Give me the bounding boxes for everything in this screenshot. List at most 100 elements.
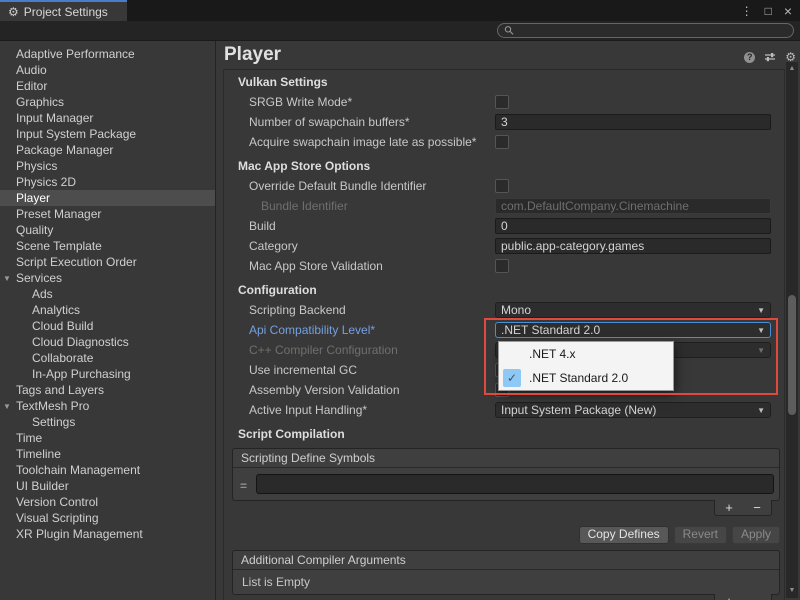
help-icon[interactable]: ? — [744, 52, 755, 63]
sidebar-item-cloud-diagnostics[interactable]: Cloud Diagnostics — [0, 334, 215, 350]
scroll-down-icon[interactable]: ▼ — [786, 586, 798, 596]
setting-label: Category — [224, 239, 298, 253]
close-icon[interactable]: × — [784, 4, 792, 18]
override-default-bundle-identifier-checkbox[interactable] — [495, 179, 509, 193]
api-compatibility-level-dropdown[interactable]: .NET Standard 2.0 ▼ — [495, 322, 771, 338]
project-settings-window: ⚙ Project Settings ⋮ □ × Adaptive Perfor… — [0, 0, 800, 600]
maximize-icon[interactable]: □ — [765, 5, 772, 17]
build-field[interactable]: 0 — [495, 218, 771, 234]
box-title: Additional Compiler Arguments — [233, 551, 779, 570]
sidebar-item-quality[interactable]: Quality — [0, 222, 215, 238]
sidebar-item-label: Preset Manager — [16, 207, 101, 221]
mac-app-store-validation-checkbox[interactable] — [495, 259, 509, 273]
sidebar-item-label: Input Manager — [16, 111, 93, 125]
foldout-arrow-icon[interactable]: ▼ — [3, 399, 11, 415]
sidebar-item-visual-scripting[interactable]: Visual Scripting — [0, 510, 215, 526]
remove-button[interactable]: − — [753, 501, 761, 514]
tab-project-settings[interactable]: ⚙ Project Settings — [0, 0, 127, 21]
search-icon — [504, 25, 514, 36]
acquire-swapchain-image-late-as-possible-checkbox[interactable] — [495, 135, 509, 149]
setting-label: Number of swapchain buffers* — [224, 115, 410, 129]
section-header-label: Script Compilation — [224, 427, 345, 441]
sidebar-item-label: Visual Scripting — [16, 511, 99, 525]
section-header-configuration: Configuration — [224, 282, 784, 298]
title-bar: ⚙ Project Settings ⋮ □ × — [0, 0, 800, 21]
sidebar-item-collaborate[interactable]: Collaborate — [0, 350, 215, 366]
search-input[interactable] — [518, 25, 787, 37]
section-header-label: Vulkan Settings — [224, 75, 328, 89]
scroll-up-icon[interactable]: ▲ — [786, 64, 798, 74]
sidebar-item-audio[interactable]: Audio — [0, 62, 215, 78]
dropdown-value: .NET Standard 2.0 — [501, 323, 600, 337]
sidebar-item-time[interactable]: Time — [0, 430, 215, 446]
sidebar-item-player[interactable]: Player — [0, 190, 215, 206]
checkmark-placeholder — [503, 345, 521, 363]
sidebar-item-input-system-package[interactable]: Input System Package — [0, 126, 215, 142]
sidebar-item-xr-plugin-management[interactable]: XR Plugin Management — [0, 526, 215, 542]
popup-item-net-standard-2-0[interactable]: ✓.NET Standard 2.0 — [499, 366, 673, 390]
sidebar-item-analytics[interactable]: Analytics — [0, 302, 215, 318]
sidebar-item-label: Analytics — [32, 303, 80, 317]
search-box[interactable] — [497, 23, 794, 38]
define-symbols-field[interactable] — [256, 474, 774, 494]
setting-row-build: Build0 — [224, 216, 784, 236]
sidebar-item-preset-manager[interactable]: Preset Manager — [0, 206, 215, 222]
presets-icon[interactable] — [764, 51, 776, 63]
sidebar-item-physics[interactable]: Physics — [0, 158, 215, 174]
sidebar-item-adaptive-performance[interactable]: Adaptive Performance — [0, 46, 215, 62]
scrollbar-thumb[interactable] — [788, 295, 796, 415]
sidebar-item-label: Audio — [16, 63, 47, 77]
sidebar-item-label: Cloud Build — [32, 319, 93, 333]
chevron-down-icon: ▼ — [757, 406, 765, 415]
sidebar-item-input-manager[interactable]: Input Manager — [0, 110, 215, 126]
vertical-scrollbar[interactable]: ▲ ▼ — [786, 62, 798, 598]
sidebar-item-scene-template[interactable]: Scene Template — [0, 238, 215, 254]
toolbar — [0, 21, 800, 41]
foldout-arrow-icon[interactable]: ▼ — [3, 271, 11, 287]
copy-defines-button[interactable]: Copy Defines — [579, 526, 669, 544]
sidebar-item-label: Script Execution Order — [16, 255, 137, 269]
setting-row-number-of-swapchain-buffers: Number of swapchain buffers* 3 — [224, 112, 784, 132]
window-menu-icon[interactable]: ⋮ — [741, 5, 753, 17]
sidebar-item-in-app-purchasing[interactable]: In-App Purchasing — [0, 366, 215, 382]
sidebar-item-ui-builder[interactable]: UI Builder — [0, 478, 215, 494]
sidebar-item-physics-2d[interactable]: Physics 2D — [0, 174, 215, 190]
sidebar-item-version-control[interactable]: Version Control — [0, 494, 215, 510]
sidebar-item-tags-and-layers[interactable]: Tags and Layers — [0, 382, 215, 398]
sidebar-item-settings[interactable]: Settings — [0, 414, 215, 430]
sidebar-item-ads[interactable]: Ads — [0, 286, 215, 302]
category-field[interactable]: public.app-category.games — [495, 238, 771, 254]
sidebar-item-label: Collaborate — [32, 351, 93, 365]
sidebar-item-editor[interactable]: Editor — [0, 78, 215, 94]
sidebar-item-script-execution-order[interactable]: Script Execution Order — [0, 254, 215, 270]
sidebar-item-cloud-build[interactable]: Cloud Build — [0, 318, 215, 334]
popup-item-label: .NET 4.x — [529, 347, 575, 361]
sidebar-item-graphics[interactable]: Graphics — [0, 94, 215, 110]
sidebar-item-label: In-App Purchasing — [32, 367, 131, 381]
active-input-handling-dropdown[interactable]: Input System Package (New) ▼ — [495, 402, 771, 418]
sidebar-item-services[interactable]: ▼Services — [0, 270, 215, 286]
sidebar-item-toolchain-management[interactable]: Toolchain Management — [0, 462, 215, 478]
chevron-down-icon: ▼ — [757, 326, 765, 335]
setting-label: SRGB Write Mode* — [224, 95, 352, 109]
checkmark-icon: ✓ — [503, 369, 521, 387]
remove-button[interactable]: − — [753, 595, 761, 600]
srgb-write-mode-checkbox[interactable] — [495, 95, 509, 109]
setting-row-mac-app-store-validation: Mac App Store Validation — [224, 256, 784, 276]
add-button[interactable]: + — [725, 501, 733, 514]
sidebar-item-label: Toolchain Management — [16, 463, 140, 477]
sidebar-item-timeline[interactable]: Timeline — [0, 446, 215, 462]
scripting-backend-dropdown[interactable]: Mono▼ — [495, 302, 771, 318]
setting-label: Scripting Backend — [224, 303, 346, 317]
add-button[interactable]: + — [725, 595, 733, 600]
drag-handle-icon[interactable]: = — [240, 479, 247, 493]
popup-item-net-4-x[interactable]: .NET 4.x — [499, 342, 673, 366]
sidebar-item-package-manager[interactable]: Package Manager — [0, 142, 215, 158]
settings-scroll-area: Vulkan Settings SRGB Write Mode* Number of… — [223, 69, 785, 600]
sidebar-item-label: Adaptive Performance — [16, 47, 135, 61]
sidebar-item-textmesh-pro[interactable]: ▼TextMesh Pro — [0, 398, 215, 414]
dropdown-value: Input System Package (New) — [501, 403, 656, 417]
number-of-swapchain-buffers-field[interactable]: 3 — [495, 114, 771, 130]
gear-icon: ⚙ — [8, 6, 19, 18]
setting-label: Use incremental GC — [224, 363, 357, 377]
